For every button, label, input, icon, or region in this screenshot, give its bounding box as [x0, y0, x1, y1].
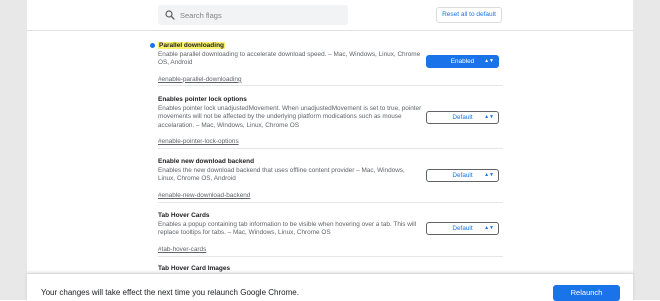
- flag-state-select[interactable]: Default ▲▼: [426, 111, 499, 124]
- flag-item-tab-hover-card-images: Tab Hover Card Images: [158, 264, 503, 273]
- flag-item-pointer-lock-options: Enables pointer lock options Enables poi…: [158, 95, 503, 148]
- flag-description: Enable parallel downloading to accelerat…: [158, 51, 421, 67]
- flag-title: Tab Hover Card Images: [158, 265, 231, 272]
- browser-window: Reset all to default Parallel downloadin…: [27, 0, 633, 301]
- flag-permalink[interactable]: #enable-pointer-lock-options: [158, 138, 239, 146]
- flag-description: Enables pointer lock unadjustedMovement.…: [158, 105, 422, 129]
- window-frame-left: [0, 0, 27, 300]
- flag-state-select[interactable]: Enabled ▲▼: [426, 55, 499, 68]
- flag-description: Enables the new download backend that us…: [158, 167, 405, 183]
- relaunch-message: Your changes will take effect the next t…: [41, 288, 299, 297]
- flag-state-value: Default: [452, 114, 473, 121]
- flag-state-value: Default: [452, 172, 473, 179]
- flag-divider: [158, 202, 503, 203]
- relaunch-button[interactable]: Relaunch: [553, 285, 620, 301]
- flag-state-select[interactable]: Default ▲▼: [426, 169, 499, 182]
- flag-title: Parallel downloading: [158, 42, 226, 49]
- search-input[interactable]: [180, 7, 340, 23]
- window-frame-right: [633, 0, 660, 300]
- flag-permalink[interactable]: #tab-hover-cards: [158, 246, 206, 254]
- modified-dot-indicator: [150, 43, 155, 48]
- flag-item-parallel-downloading: Parallel downloading Enable parallel dow…: [150, 41, 503, 86]
- flag-item-tab-hover-cards: Tab Hover Cards Enables a popup containi…: [158, 211, 503, 256]
- flag-title: Enables pointer lock options: [158, 96, 247, 103]
- flag-state-select[interactable]: Default ▲▼: [426, 222, 499, 235]
- flag-permalink[interactable]: #enable-parallel-downloading: [158, 76, 242, 84]
- flag-divider: [158, 148, 503, 149]
- flags-list: Parallel downloading Enable parallel dow…: [27, 31, 633, 273]
- reset-all-button[interactable]: Reset all to default: [436, 7, 502, 23]
- flag-item-new-download-backend: Enable new download backend Enables the …: [158, 157, 503, 202]
- chevron-updown-icon: ▲▼: [484, 172, 494, 178]
- flags-toolbar: Reset all to default: [27, 0, 633, 31]
- flag-divider: [158, 256, 503, 257]
- flag-divider: [158, 85, 503, 86]
- chevron-updown-icon: ▲▼: [484, 225, 494, 231]
- search-icon: [165, 10, 175, 20]
- flag-permalink[interactable]: #enable-new-download-backend: [158, 192, 250, 200]
- flag-title: Tab Hover Cards: [158, 212, 210, 219]
- flag-title: Enable new download backend: [158, 158, 255, 165]
- flag-state-value: Default: [452, 225, 473, 232]
- chevron-updown-icon: ▲▼: [484, 114, 494, 120]
- flag-state-value: Enabled: [450, 58, 475, 65]
- chevron-updown-icon: ▲▼: [484, 58, 494, 64]
- flag-description: Enables a popup containing tab informati…: [158, 221, 417, 237]
- relaunch-bar: Your changes will take effect the next t…: [27, 273, 633, 301]
- search-box[interactable]: [158, 5, 348, 25]
